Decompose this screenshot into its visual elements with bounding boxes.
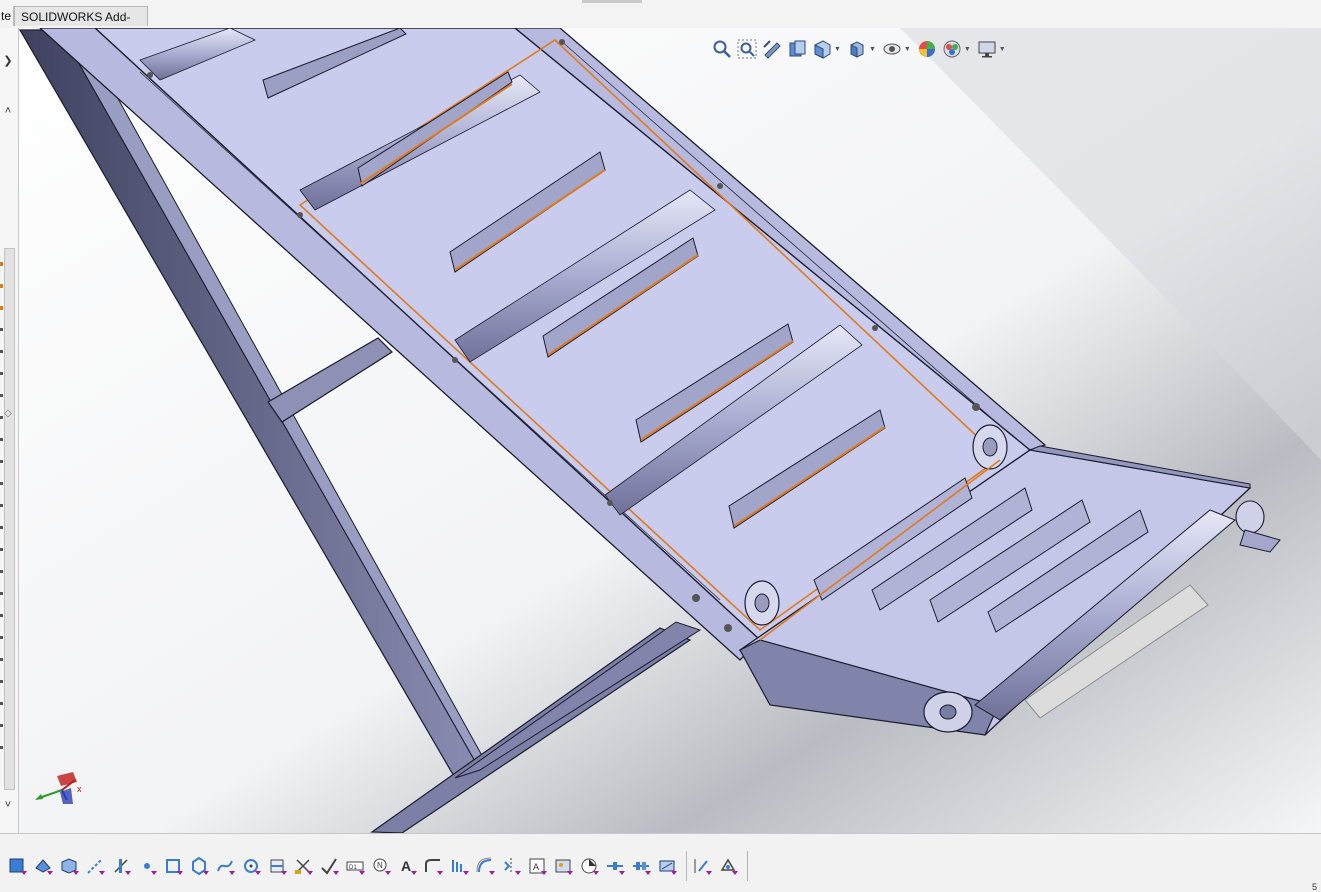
hide-show-items-icon[interactable] (881, 38, 903, 60)
section-view-icon[interactable] (786, 38, 808, 60)
view-settings-icon[interactable] (976, 38, 998, 60)
text-icon[interactable]: A (396, 855, 418, 877)
scroll-down-icon[interactable]: ˅ (0, 794, 16, 816)
convert-entities-icon[interactable] (266, 855, 288, 877)
conveyor-3d-model[interactable] (19, 28, 1321, 833)
move-entities-icon[interactable] (604, 855, 626, 877)
smart-dimension-icon[interactable] (32, 855, 54, 877)
stretch-icon[interactable] (717, 855, 739, 877)
block-icon[interactable]: A (526, 855, 548, 877)
sketch-command-toolbar: D1 N A A 5 (0, 833, 1321, 892)
trim-icon[interactable] (292, 855, 314, 877)
edit-appearance-icon[interactable] (916, 38, 938, 60)
svg-text:D1: D1 (349, 865, 357, 871)
insert-picture-icon[interactable] (552, 855, 574, 877)
note-icon[interactable]: N (370, 855, 392, 877)
line-icon[interactable] (84, 855, 106, 877)
toolbar-separator (686, 851, 687, 881)
circle-icon[interactable] (240, 855, 262, 877)
point-icon[interactable] (136, 855, 158, 877)
toolbar-end-separator (747, 851, 748, 881)
spline-icon[interactable] (214, 855, 236, 877)
sketch-icon[interactable] (6, 855, 28, 877)
feature-manager-collapsed-panel: ❯ ˄ ◇ ˅ (0, 28, 19, 833)
expand-panel-chevron-icon[interactable]: ❯ (0, 50, 16, 72)
hide-show-dropdown-icon[interactable]: ▼ (904, 46, 911, 53)
zoom-to-fit-icon[interactable] (711, 38, 733, 60)
previous-view-icon[interactable] (761, 38, 783, 60)
polygon-icon[interactable] (188, 855, 210, 877)
svg-text:A: A (533, 862, 539, 872)
sketch-fillet-icon[interactable] (422, 855, 444, 877)
view-orientation-icon[interactable] (811, 38, 833, 60)
svg-text:A: A (401, 858, 411, 874)
dimension-icon[interactable]: D1 (344, 855, 366, 877)
3d-sketch-icon[interactable] (58, 855, 80, 877)
apply-scene-icon[interactable] (941, 38, 963, 60)
sketch-tool-icons: D1 N A A (6, 851, 752, 881)
apply-scene-dropdown-icon[interactable]: ▼ (964, 46, 971, 53)
scale-icon[interactable] (691, 855, 713, 877)
mirror-icon[interactable] (500, 855, 522, 877)
panel-splitter-grip-icon[interactable]: ◇ (0, 408, 16, 419)
rotate-icon[interactable] (656, 855, 678, 877)
relations-icon[interactable] (318, 855, 340, 877)
panel-scrollbar[interactable] (4, 248, 15, 790)
centerline-icon[interactable] (110, 855, 132, 877)
offset-icon[interactable] (474, 855, 496, 877)
corner-rectangle-icon[interactable] (162, 855, 184, 877)
svg-text:N: N (377, 861, 383, 870)
copy-entities-icon[interactable] (630, 855, 652, 877)
tab-solidworks-addins[interactable]: SOLIDWORKS Add-Ins (14, 6, 148, 44)
zoom-to-area-icon[interactable] (736, 38, 758, 60)
scroll-up-icon[interactable]: ˄ (0, 100, 16, 122)
tab-indicator (582, 0, 642, 3)
svg-text:x: x (77, 784, 82, 794)
view-settings-dropdown-icon[interactable]: ▼ (999, 46, 1006, 53)
reference-triad-icon: x (27, 768, 87, 808)
heads-up-view-toolbar: ▼ ▼ ▼ ▼ ▼ (711, 36, 1011, 62)
display-style-icon[interactable] (846, 38, 868, 60)
tab-partial[interactable]: te (0, 6, 14, 26)
linear-pattern-icon[interactable] (448, 855, 470, 877)
view-orientation-dropdown-icon[interactable]: ▼ (834, 46, 841, 53)
graphics-area[interactable]: ▼ ▼ ▼ ▼ ▼ x (19, 28, 1321, 833)
sketch-picture-icon[interactable] (578, 855, 600, 877)
display-style-dropdown-icon[interactable]: ▼ (869, 46, 876, 53)
command-manager-tab-bar: te SOLIDWORKS Add-Ins (0, 0, 1321, 44)
